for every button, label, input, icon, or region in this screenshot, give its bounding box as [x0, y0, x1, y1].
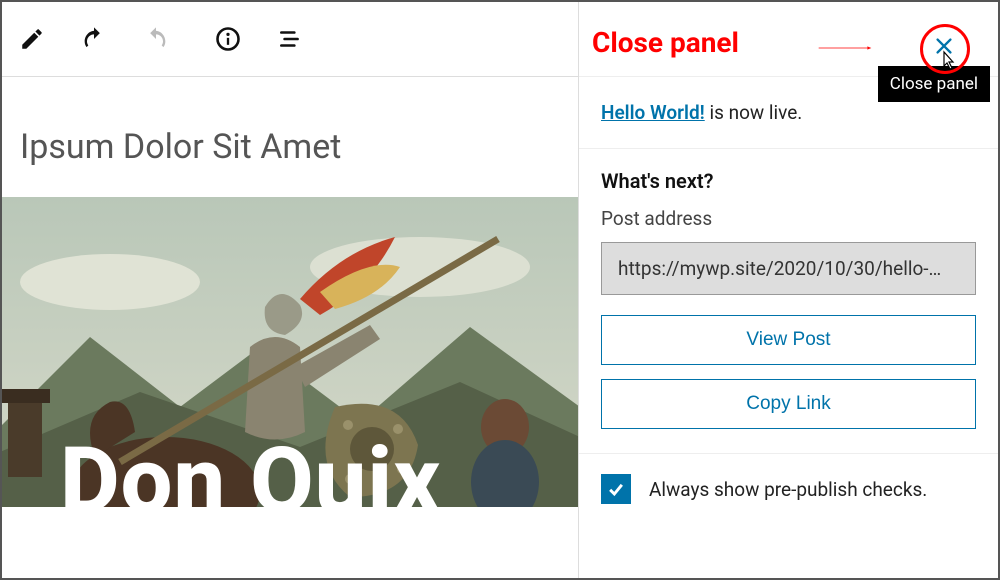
- panel-header: Close panel: [579, 2, 998, 77]
- whats-next-section: What's next? Post address https://mywp.s…: [579, 149, 998, 454]
- outline-button[interactable]: [272, 21, 308, 57]
- view-post-button[interactable]: View Post: [601, 315, 976, 365]
- post-address-label: Post address: [601, 207, 976, 230]
- published-post-link[interactable]: Hello World!: [601, 101, 705, 124]
- prepublish-label: Always show pre-publish checks.: [649, 478, 927, 501]
- post-title[interactable]: Ipsum Dolor Sit Amet: [2, 77, 578, 197]
- redo-button: [138, 21, 174, 57]
- prepublish-checkbox[interactable]: [601, 474, 631, 504]
- info-button[interactable]: [210, 21, 246, 57]
- hero-image-block[interactable]: Don Quix: [2, 197, 578, 507]
- editor-canvas: Ipsum Dolor Sit Amet: [2, 77, 578, 578]
- edit-button[interactable]: [14, 21, 50, 57]
- prepublish-check-row: Always show pre-publish checks.: [579, 454, 998, 524]
- publish-notice-text: is now live.: [705, 101, 803, 124]
- hero-title-text[interactable]: Don Quix: [60, 428, 441, 507]
- whats-next-heading: What's next?: [601, 169, 976, 193]
- post-address-field[interactable]: https://mywp.site/2020/10/30/hello-…: [601, 242, 976, 295]
- close-icon: [933, 35, 955, 57]
- copy-link-button[interactable]: Copy Link: [601, 379, 976, 429]
- post-publish-panel: Close panel Hello World! is now live. Wh…: [578, 2, 998, 578]
- check-icon: [606, 479, 626, 499]
- close-panel-button[interactable]: [926, 28, 962, 64]
- undo-button[interactable]: [76, 21, 112, 57]
- close-panel-tooltip: Close panel: [878, 66, 990, 102]
